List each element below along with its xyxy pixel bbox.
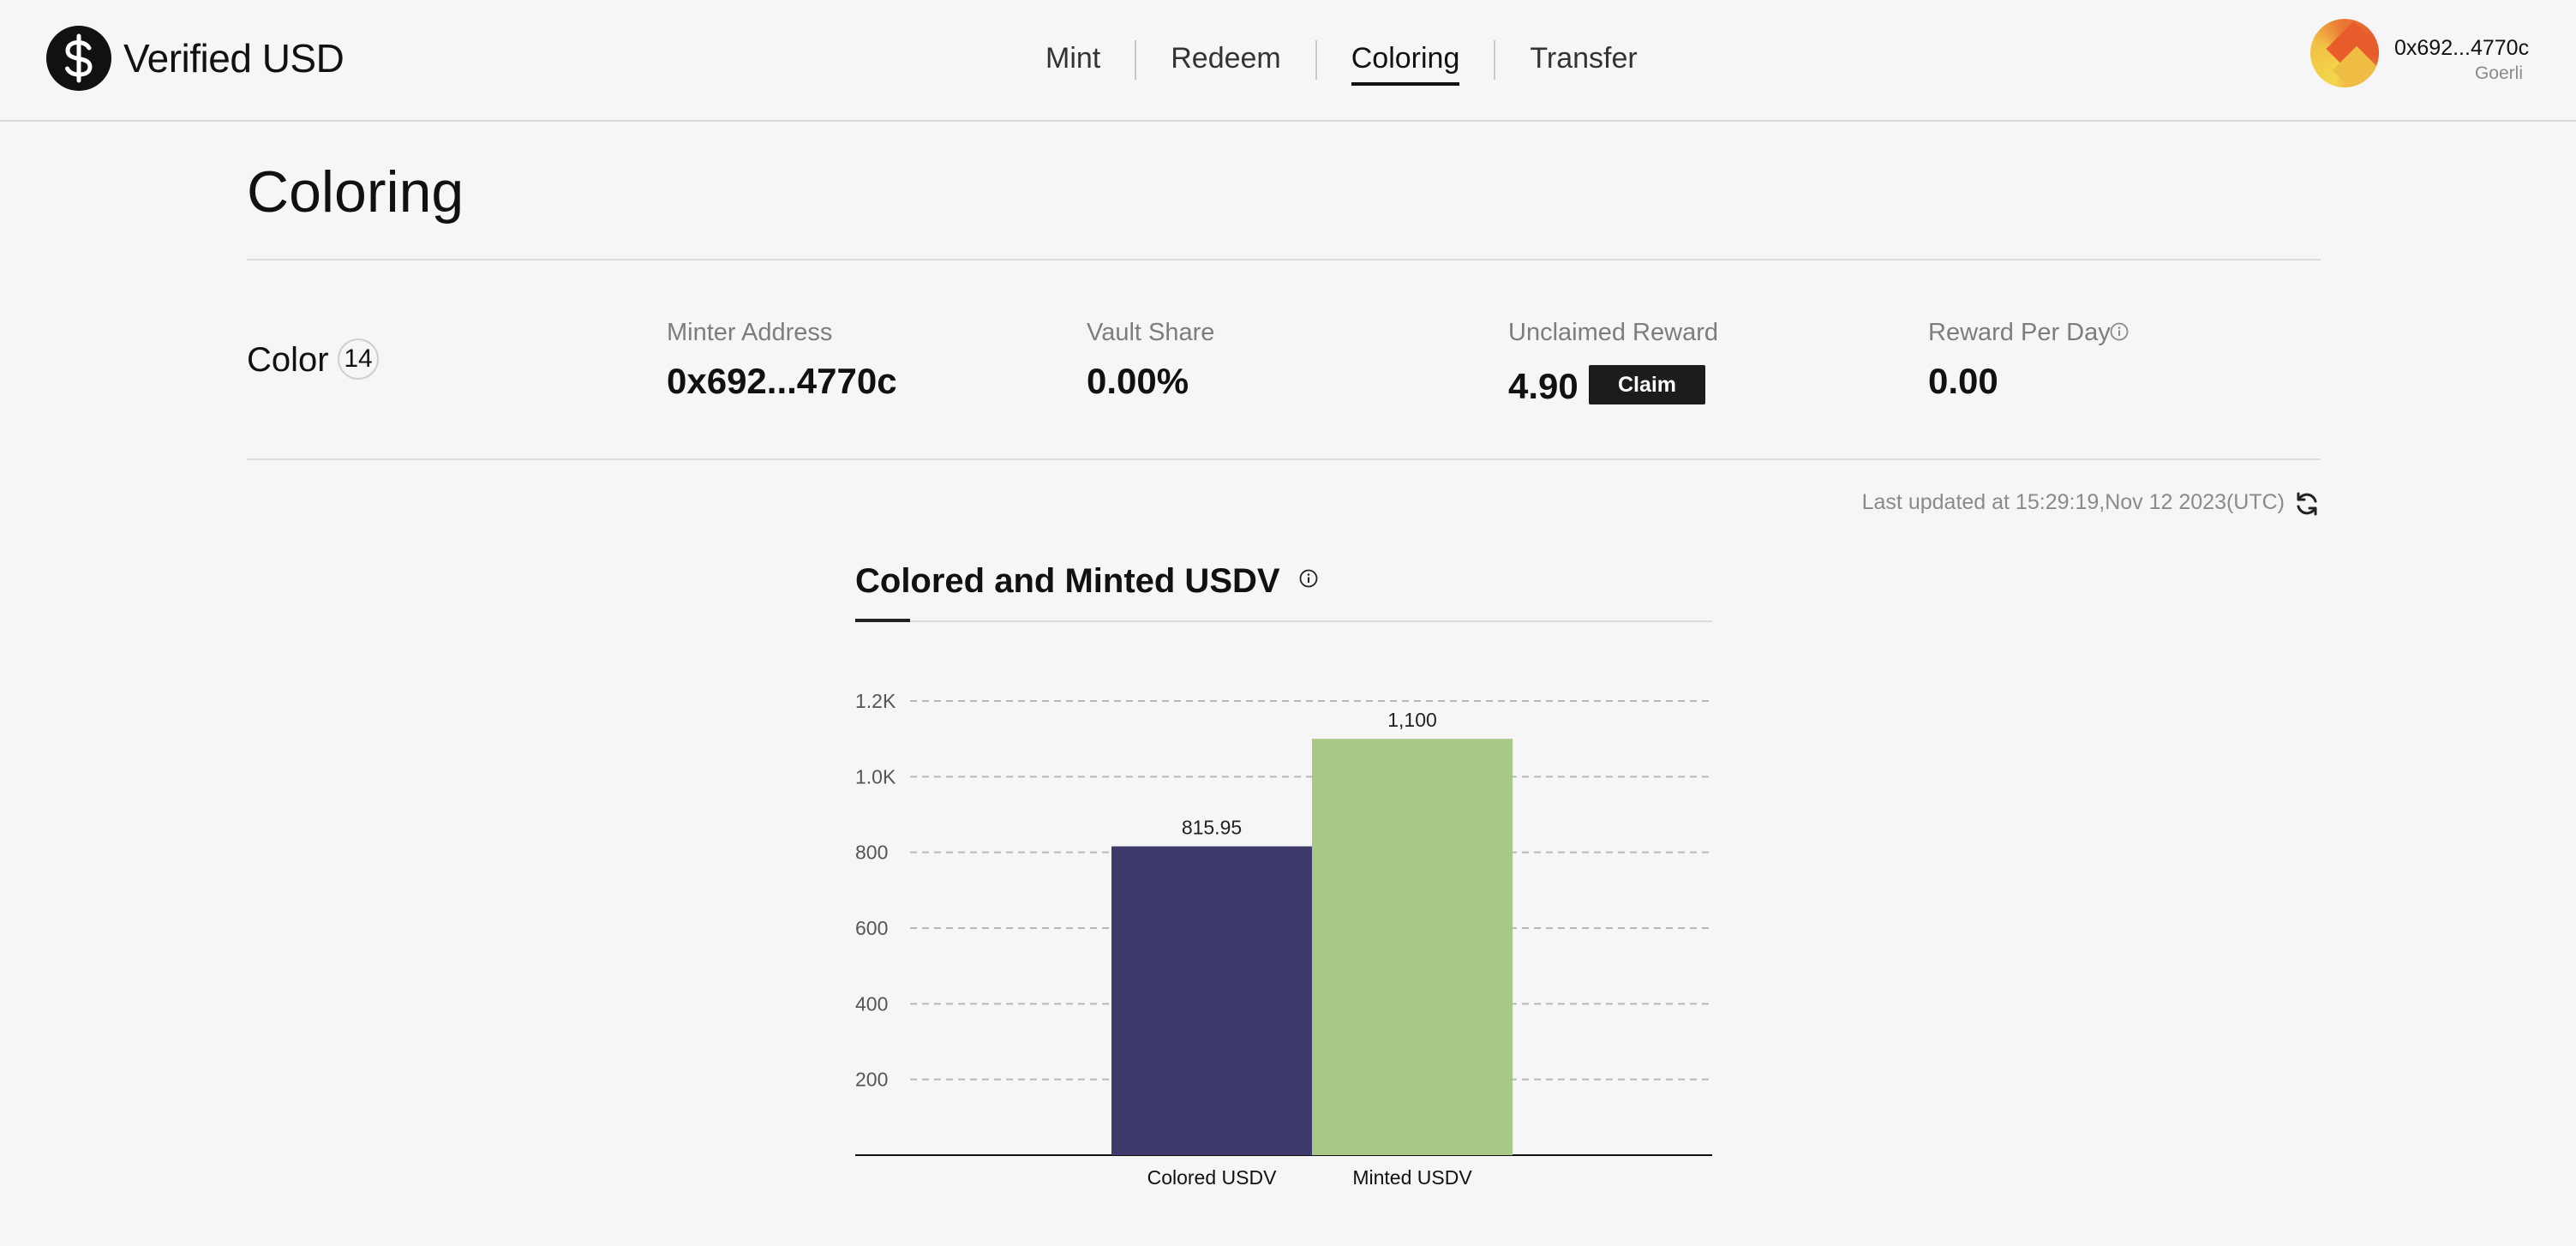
data-label: 815.95	[1182, 817, 1242, 839]
y-tick-label: 400	[855, 992, 888, 1015]
y-tick-label: 600	[855, 917, 888, 939]
y-tick-label: 200	[855, 1069, 888, 1091]
bar-chart: 200 400 600 800 1.0K 1.2K 815.95 Colored USDV 1,…	[855, 690, 1712, 1189]
y-tick-label: 1.0K	[855, 765, 896, 788]
y-tick-label: 1.2K	[855, 690, 896, 712]
y-tick-label: 800	[855, 842, 888, 864]
x-tick-label: Minted USDV	[1352, 1166, 1472, 1189]
data-label: 1,100	[1387, 709, 1437, 731]
x-tick-label: Colored USDV	[1147, 1166, 1277, 1189]
bar-colored-usdv	[1111, 846, 1312, 1155]
bar-minted-usdv	[1312, 739, 1513, 1155]
